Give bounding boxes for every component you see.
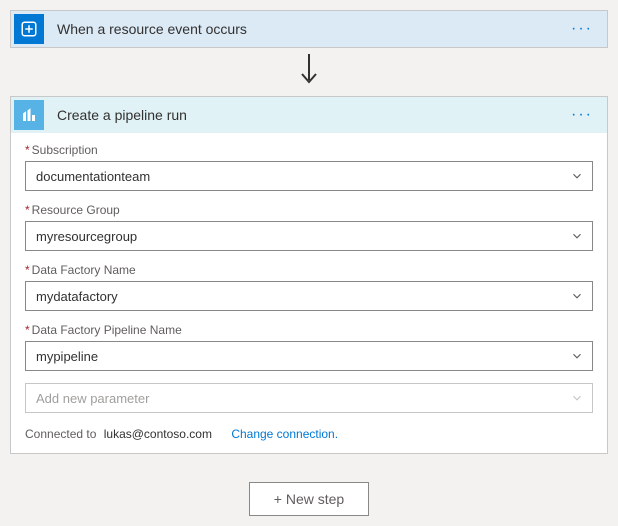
add-parameter-placeholder: Add new parameter xyxy=(36,391,149,406)
arrow-down-icon xyxy=(297,54,321,88)
action-title: Create a pipeline run xyxy=(47,107,565,123)
connected-to-label: Connected to xyxy=(25,427,96,441)
flow-arrow xyxy=(10,48,608,96)
trigger-icon-wrap xyxy=(11,11,47,47)
data-factory-name-select[interactable]: mydatafactory xyxy=(25,281,593,311)
field-pipeline-name: *Data Factory Pipeline Name mypipeline xyxy=(25,323,593,371)
change-connection-link[interactable]: Change connection. xyxy=(231,427,338,441)
chevron-down-icon xyxy=(570,289,584,303)
trigger-menu-button[interactable]: ··· xyxy=(565,20,599,38)
event-grid-icon xyxy=(20,20,38,38)
resource-group-label: *Resource Group xyxy=(25,203,593,217)
pipeline-name-label: *Data Factory Pipeline Name xyxy=(25,323,593,337)
trigger-header[interactable]: When a resource event occurs ··· xyxy=(11,11,607,47)
action-menu-button[interactable]: ··· xyxy=(565,106,599,124)
action-icon-wrap xyxy=(11,97,47,133)
connection-row: Connected to lukas@contoso.com Change co… xyxy=(25,427,593,441)
pipeline-name-select[interactable]: mypipeline xyxy=(25,341,593,371)
event-grid-icon xyxy=(14,14,44,44)
add-parameter-select[interactable]: Add new parameter xyxy=(25,383,593,413)
field-data-factory-name: *Data Factory Name mydatafactory xyxy=(25,263,593,311)
chevron-down-icon xyxy=(570,229,584,243)
field-resource-group: *Resource Group myresourcegroup xyxy=(25,203,593,251)
subscription-select[interactable]: documentationteam xyxy=(25,161,593,191)
action-card: Create a pipeline run ··· *Subscription … xyxy=(10,96,608,454)
trigger-card: When a resource event occurs ··· xyxy=(10,10,608,48)
chevron-down-icon xyxy=(570,349,584,363)
data-factory-icon xyxy=(14,100,44,130)
trigger-title: When a resource event occurs xyxy=(47,21,565,37)
action-header[interactable]: Create a pipeline run ··· xyxy=(11,97,607,133)
subscription-label: *Subscription xyxy=(25,143,593,157)
chevron-down-icon xyxy=(570,169,584,183)
connection-email: lukas@contoso.com xyxy=(104,427,212,441)
action-body: *Subscription documentationteam *Resourc… xyxy=(11,133,607,453)
data-factory-name-label: *Data Factory Name xyxy=(25,263,593,277)
pipeline-name-value: mypipeline xyxy=(36,349,98,364)
resource-group-select[interactable]: myresourcegroup xyxy=(25,221,593,251)
chevron-down-icon xyxy=(570,391,584,405)
subscription-value: documentationteam xyxy=(36,169,150,184)
field-subscription: *Subscription documentationteam xyxy=(25,143,593,191)
resource-group-value: myresourcegroup xyxy=(36,229,137,244)
data-factory-icon xyxy=(20,106,38,124)
data-factory-name-value: mydatafactory xyxy=(36,289,118,304)
